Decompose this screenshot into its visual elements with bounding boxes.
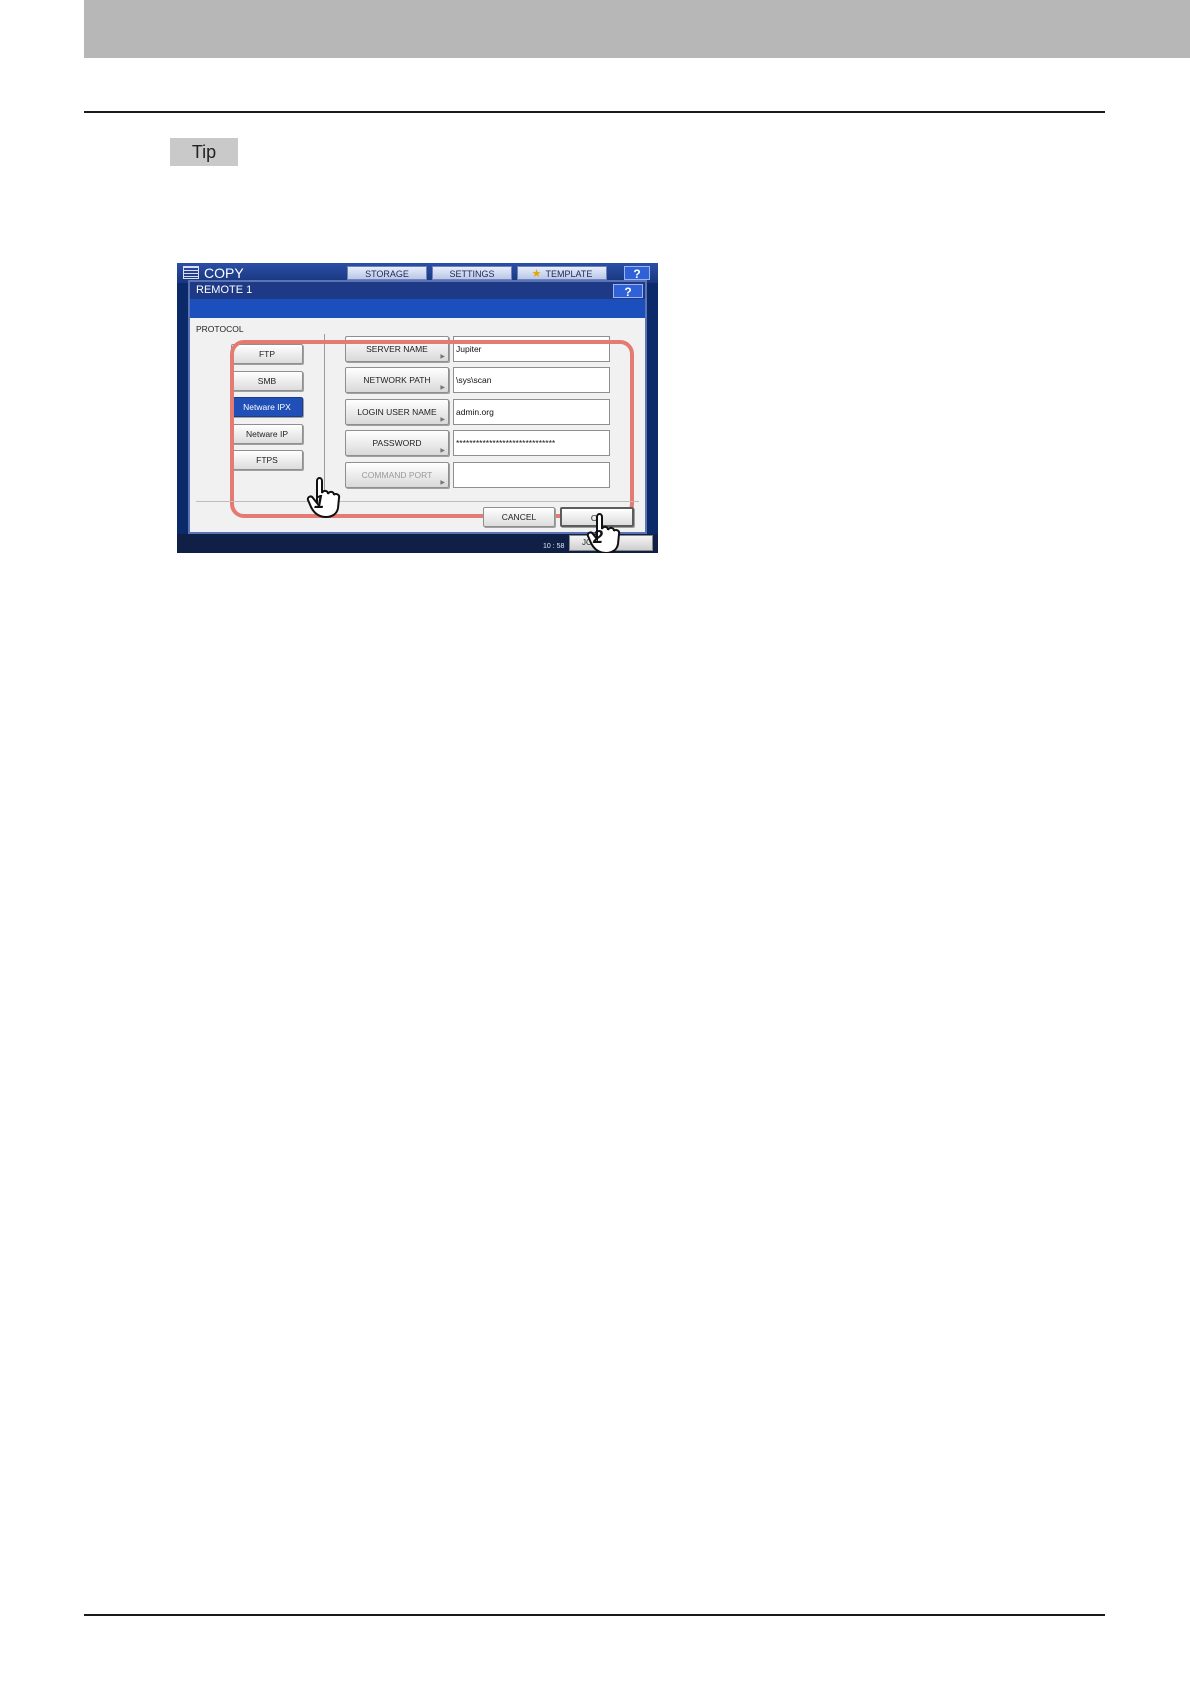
clock-text: 10 : 58	[543, 543, 565, 550]
header-bar	[84, 0, 1190, 58]
dialog-divider	[196, 501, 639, 502]
cancel-button[interactable]: CANCEL	[483, 507, 555, 527]
protocol-label: PROTOCOL	[196, 324, 244, 334]
star-icon: ★	[531, 268, 542, 280]
tab-settings[interactable]: SETTINGS	[432, 266, 512, 280]
tip-label: Tip	[170, 138, 238, 166]
app-title: COPY	[183, 265, 244, 281]
bottom-rule	[84, 1614, 1105, 1616]
tab-storage-label: STORAGE	[365, 269, 409, 279]
tab-template[interactable]: ★ TEMPLATE	[517, 266, 607, 280]
tab-settings-label: SETTINGS	[449, 269, 495, 279]
step-marker-1: 1	[314, 492, 325, 512]
tab-template-label: TEMPLATE	[545, 269, 593, 279]
app-title-label: COPY	[204, 265, 244, 281]
tab-storage[interactable]: STORAGE	[347, 266, 427, 280]
highlight-frame	[230, 340, 634, 518]
pointer-hand-icon	[586, 513, 621, 553]
dialog-titlebar: REMOTE 1 ?	[190, 282, 645, 299]
help-button[interactable]: ?	[624, 266, 650, 281]
pointer-hand-icon	[306, 477, 341, 519]
dialog-help-button[interactable]: ?	[613, 284, 643, 299]
remote-dialog: REMOTE 1 ? PROTOCOL FTP SMB Netware IPX …	[188, 280, 647, 534]
screenshot-figure: COPY STORAGE SETTINGS ★ TEMPLATE ? REMOTE…	[177, 263, 658, 553]
dialog-band	[190, 299, 645, 318]
top-rule	[84, 111, 1105, 113]
copy-icon	[183, 266, 199, 279]
step-marker-2: 2	[593, 527, 604, 547]
dialog-title: REMOTE 1	[196, 284, 253, 296]
